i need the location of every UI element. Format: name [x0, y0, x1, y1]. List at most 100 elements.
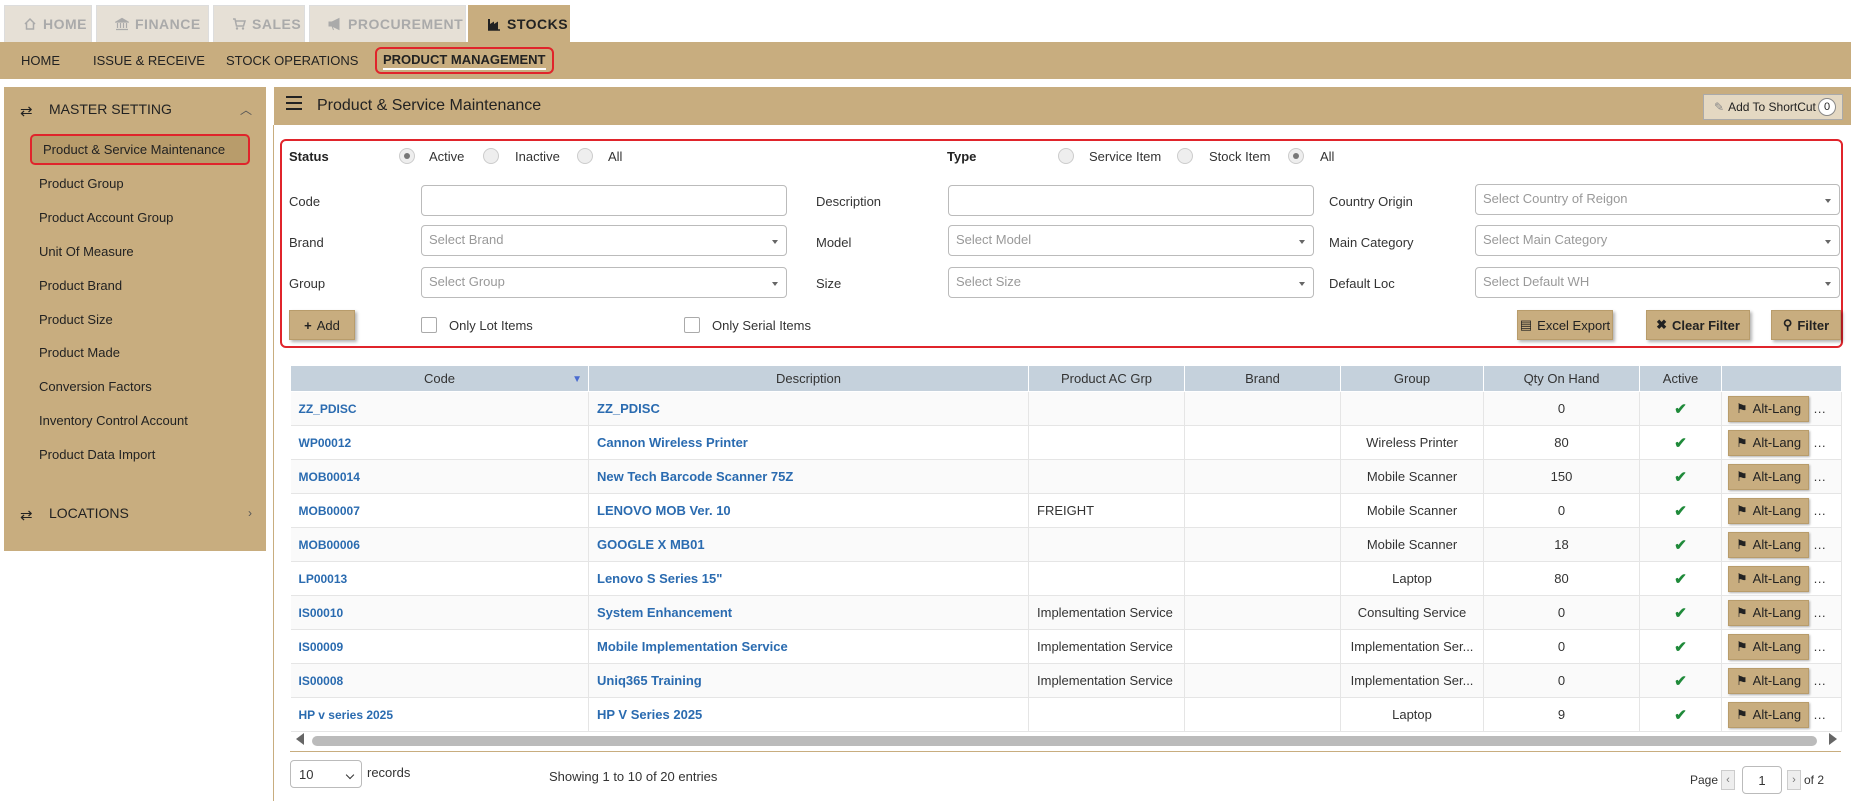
brand-select[interactable]: Select Brand	[421, 225, 787, 256]
default-loc-select[interactable]: Select Default WH	[1475, 267, 1840, 298]
row-code[interactable]: MOB00014	[290, 459, 589, 494]
row-description[interactable]: New Tech Barcode Scanner 75Z	[588, 459, 1029, 494]
table-row[interactable]: LP00013 Lenovo S Series 15" Laptop 80 ✔ ⚑ Alt-…	[290, 561, 1842, 596]
add-button[interactable]: + Add	[289, 310, 355, 340]
row-description[interactable]: Uniq365 Training	[588, 663, 1029, 698]
group-select[interactable]: Select Group	[421, 267, 787, 298]
alt-lang-button[interactable]: ⚑ Alt-Lang	[1728, 565, 1810, 592]
row-code[interactable]: ZZ_PDISC	[290, 391, 589, 426]
prev-page-button[interactable]: ‹	[1721, 770, 1735, 790]
alt-lang-button[interactable]: ⚑ Alt-Lang	[1728, 599, 1810, 626]
sidebar-master-setting[interactable]: ⇄ MASTER SETTING ︿	[4, 89, 266, 129]
row-code[interactable]: MOB00007	[290, 493, 589, 528]
table-row[interactable]: IS00010 System Enhancement Implementation …	[290, 595, 1842, 630]
code-input[interactable]	[421, 185, 787, 216]
table-row[interactable]: HP v series 2025 HP V Series 2025 Laptop 9 ✔…	[290, 697, 1842, 732]
more-icon[interactable]: …	[1813, 435, 1826, 450]
status-active-radio[interactable]	[399, 148, 415, 164]
row-code[interactable]: IS00009	[290, 629, 589, 664]
sidebar-item-product-service-maintenance[interactable]: Product & Service Maintenance	[30, 134, 250, 165]
table-row[interactable]: MOB00014 New Tech Barcode Scanner 75Z Mobi…	[290, 459, 1842, 494]
row-code[interactable]: IS00008	[290, 663, 589, 698]
table-row[interactable]: ZZ_PDISC ZZ_PDISC 0 ✔ ⚑ Alt-Lang…	[290, 391, 1842, 426]
type-all-radio[interactable]	[1288, 148, 1304, 164]
table-row[interactable]: WP00012 Cannon Wireless Printer Wireless P…	[290, 425, 1842, 460]
horizontal-scrollbar[interactable]	[290, 730, 1841, 750]
subnav-home[interactable]: HOME	[21, 42, 60, 79]
tab-sales[interactable]: SALES	[213, 5, 305, 42]
row-description[interactable]: Cannon Wireless Printer	[588, 425, 1029, 460]
table-row[interactable]: IS00008 Uniq365 Training Implementation Se…	[290, 663, 1842, 698]
alt-lang-button[interactable]: ⚑ Alt-Lang	[1728, 667, 1810, 694]
row-code[interactable]: LP00013	[290, 561, 589, 596]
col-header-code[interactable]: Code ▼	[290, 365, 589, 392]
more-icon[interactable]: …	[1813, 537, 1826, 552]
more-icon[interactable]: …	[1813, 639, 1826, 654]
page-size-select[interactable]: 10	[290, 760, 362, 788]
scroll-thumb[interactable]	[312, 736, 1817, 746]
page-number-input[interactable]: 1	[1742, 766, 1782, 794]
sidebar-item-conversion-factors[interactable]: Conversion Factors	[39, 379, 152, 394]
alt-lang-button[interactable]: ⚑ Alt-Lang	[1728, 429, 1810, 456]
col-header-brand[interactable]: Brand	[1184, 365, 1341, 392]
col-header-description[interactable]: Description	[588, 365, 1029, 392]
row-description[interactable]: LENOVO MOB Ver. 10	[588, 493, 1029, 528]
sidebar-item-product-size[interactable]: Product Size	[39, 312, 113, 327]
size-select[interactable]: Select Size	[948, 267, 1314, 298]
type-stock-radio[interactable]	[1177, 148, 1193, 164]
description-input[interactable]	[948, 185, 1314, 216]
add-to-shortcut-button[interactable]: ✎ Add To ShortCut 0	[1703, 94, 1843, 120]
sidebar-item-product-made[interactable]: Product Made	[39, 345, 120, 360]
status-all-radio[interactable]	[577, 148, 593, 164]
alt-lang-button[interactable]: ⚑ Alt-Lang	[1728, 463, 1810, 490]
alt-lang-button[interactable]: ⚑ Alt-Lang	[1728, 633, 1810, 660]
status-inactive-radio[interactable]	[483, 148, 499, 164]
tab-stocks[interactable]: STOCKS	[468, 5, 570, 42]
alt-lang-button[interactable]: ⚑ Alt-Lang	[1728, 701, 1810, 728]
clear-filter-button[interactable]: ✖ Clear Filter	[1646, 310, 1750, 340]
alt-lang-button[interactable]: ⚑ Alt-Lang	[1728, 497, 1810, 524]
more-icon[interactable]: …	[1813, 401, 1826, 416]
subnav-product-management[interactable]: PRODUCT MANAGEMENT	[375, 47, 554, 74]
row-description[interactable]: HP V Series 2025	[588, 697, 1029, 732]
model-select[interactable]: Select Model	[948, 225, 1314, 256]
excel-export-button[interactable]: ▤ Excel Export	[1517, 310, 1613, 340]
row-code[interactable]: HP v series 2025	[290, 697, 589, 732]
tab-home[interactable]: HOME	[4, 5, 92, 42]
type-service-radio[interactable]	[1058, 148, 1074, 164]
row-description[interactable]: Mobile Implementation Service	[588, 629, 1029, 664]
tab-procurement[interactable]: PROCUREMENT	[309, 5, 466, 42]
main-category-select[interactable]: Select Main Category	[1475, 225, 1840, 256]
col-header-group[interactable]: Group	[1340, 365, 1484, 392]
subnav-stock-operations[interactable]: STOCK OPERATIONS	[226, 42, 358, 79]
col-header-qty-on-hand[interactable]: Qty On Hand	[1483, 365, 1640, 392]
table-row[interactable]: IS00009 Mobile Implementation Service Impl…	[290, 629, 1842, 664]
sidebar-item-product-data-import[interactable]: Product Data Import	[39, 447, 155, 462]
more-icon[interactable]: …	[1813, 605, 1826, 620]
sidebar-item-product-group[interactable]: Product Group	[39, 176, 124, 191]
more-icon[interactable]: …	[1813, 503, 1826, 518]
sidebar-item-inventory-control-account[interactable]: Inventory Control Account	[39, 413, 188, 428]
sidebar-item-unit-of-measure[interactable]: Unit Of Measure	[39, 244, 134, 259]
table-row[interactable]: MOB00007 LENOVO MOB Ver. 10 FREIGHT Mobile …	[290, 493, 1842, 528]
hamburger-icon[interactable]	[286, 96, 302, 110]
more-icon[interactable]: …	[1813, 469, 1826, 484]
alt-lang-button[interactable]: ⚑ Alt-Lang	[1728, 531, 1810, 558]
filter-button[interactable]: ⚲ Filter	[1771, 310, 1841, 340]
col-header-active[interactable]: Active	[1639, 365, 1722, 392]
scroll-right-icon[interactable]	[1829, 733, 1837, 745]
next-page-button[interactable]: ›	[1787, 770, 1801, 790]
sidebar-item-product-brand[interactable]: Product Brand	[39, 278, 122, 293]
subnav-issue-receive[interactable]: ISSUE & RECEIVE	[93, 42, 205, 79]
row-description[interactable]: System Enhancement	[588, 595, 1029, 630]
sidebar-item-product-account-group[interactable]: Product Account Group	[39, 210, 173, 225]
alt-lang-button[interactable]: ⚑ Alt-Lang	[1728, 395, 1810, 422]
more-icon[interactable]: …	[1813, 673, 1826, 688]
row-code[interactable]: MOB00006	[290, 527, 589, 562]
row-code[interactable]: IS00010	[290, 595, 589, 630]
row-code[interactable]: WP00012	[290, 425, 589, 460]
sidebar-locations[interactable]: ⇄ LOCATIONS ›	[4, 493, 266, 533]
table-row[interactable]: MOB00006 GOOGLE X MB01 Mobile Scanner 18 ✔ ⚑ A…	[290, 527, 1842, 562]
row-description[interactable]: ZZ_PDISC	[588, 391, 1029, 426]
scroll-left-icon[interactable]	[296, 733, 304, 745]
